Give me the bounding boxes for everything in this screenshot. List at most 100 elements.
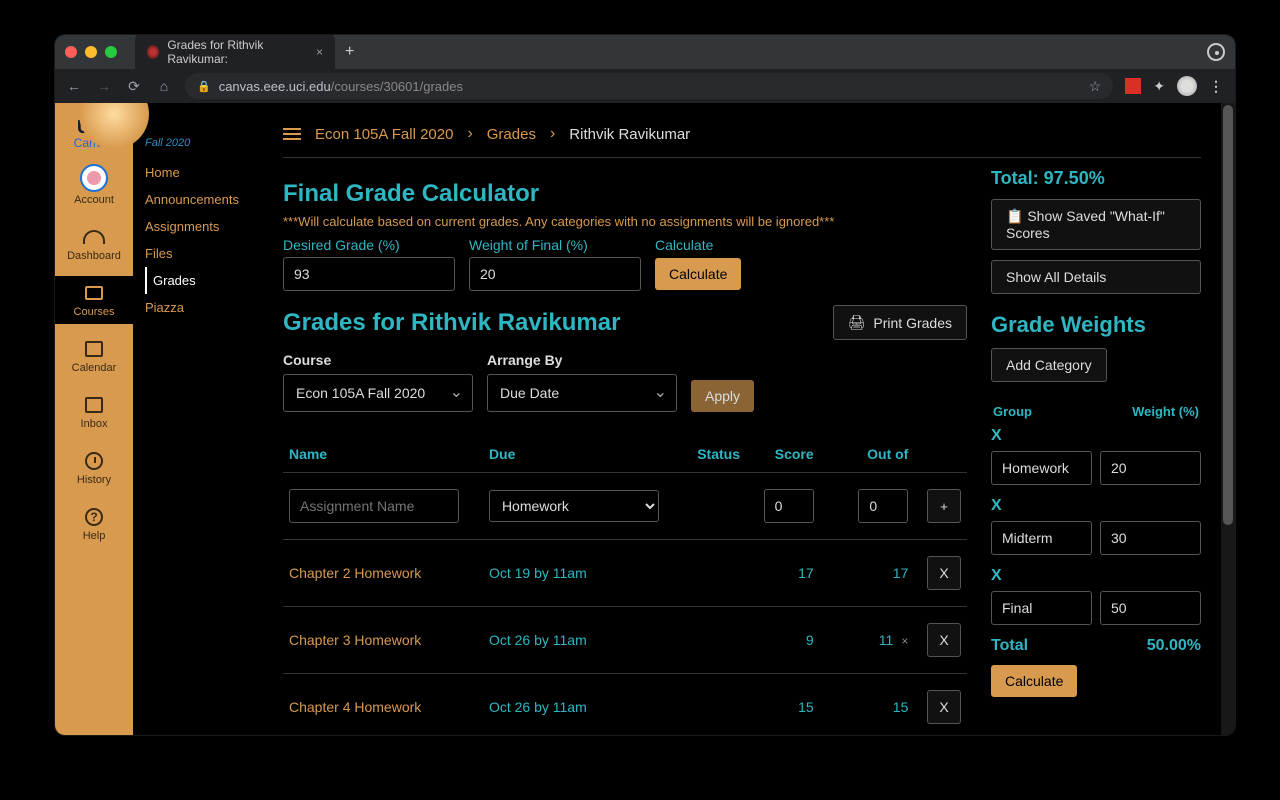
category-name-input[interactable] [991,591,1092,625]
category-name-input[interactable] [991,451,1092,485]
assignment-score[interactable]: 15 [746,674,820,736]
address-bar[interactable]: 🔒 canvas.eee.uci.edu/courses/30601/grade… [185,73,1113,99]
weight-row: X [991,427,1201,485]
course-nav-grades[interactable]: Grades [145,267,251,294]
remove-row-button[interactable]: X [927,690,961,724]
global-nav: UCI Canvas Account Dashboard Courses Cal… [55,103,133,735]
weight-header: Weight (%) [1070,398,1199,425]
new-assignment-outof-input[interactable] [858,489,908,523]
table-row: Chapter 3 Homework Oct 26 by 11am 9 11× … [283,607,967,674]
final-weight-label: Weight of Final (%) [469,237,641,253]
arrange-select[interactable]: Due Date [487,374,677,412]
assignment-due: Oct 19 by 11am [483,540,683,607]
window-controls [65,46,117,58]
home-button[interactable]: ⌂ [155,78,173,94]
nav-label: Courses [74,306,115,318]
toolbar: ← → ⟳ ⌂ 🔒 canvas.eee.uci.edu/courses/306… [55,69,1235,103]
nav-inbox[interactable]: Inbox [55,388,133,436]
maximize-window-button[interactable] [105,46,117,58]
browser-menu-icon[interactable]: ⋮ [1209,78,1225,95]
desired-grade-input[interactable] [283,257,455,291]
scrollbar[interactable] [1221,103,1235,735]
course-nav-announcements[interactable]: Announcements [145,186,251,213]
extension-icon[interactable] [1125,78,1141,94]
scrollbar-thumb[interactable] [1223,105,1233,525]
what-if-button[interactable]: 📋 Show Saved "What-If" Scores [991,199,1201,250]
browser-window: Grades for Rithvik Ravikumar: × + ← → ⟳ … [55,35,1235,735]
assignment-name[interactable]: Chapter 4 Homework [283,674,483,736]
weight-row: X [991,567,1201,625]
tab-strip: Grades for Rithvik Ravikumar: × + [55,35,1235,69]
assignment-name[interactable]: Chapter 3 Homework [283,607,483,674]
tab-close-icon[interactable]: × [316,45,323,59]
remove-row-button[interactable]: X [927,623,961,657]
course-nav-home[interactable]: Home [145,159,251,186]
show-details-button[interactable]: Show All Details [991,260,1201,294]
browser-tab[interactable]: Grades for Rithvik Ravikumar: × [135,35,335,72]
total-grade: Total: 97.50% [991,168,1201,189]
remove-category-button[interactable]: X [991,427,1201,445]
category-weight-input[interactable] [1100,451,1201,485]
add-assignment-button[interactable]: + [927,489,961,523]
calculate-label: Calculate [655,237,713,253]
col-outof: Out of [820,436,915,473]
table-row: Chapter 4 Homework Oct 26 by 11am 15 15 … [283,674,967,736]
weights-calculate-button[interactable]: Calculate [991,665,1077,697]
assignment-name[interactable]: Chapter 2 Homework [283,540,483,607]
table-row: Chapter 2 Homework Oct 19 by 11am 17 17 … [283,540,967,607]
course-nav-piazza[interactable]: Piazza [145,294,251,321]
profile-avatar-icon[interactable] [1177,76,1197,96]
extensions-menu-icon[interactable]: ✦ [1153,78,1165,95]
calculate-button[interactable]: Calculate [655,258,741,290]
course-select[interactable]: Econ 105A Fall 2020 [283,374,473,412]
back-button[interactable]: ← [65,78,83,94]
hamburger-button[interactable] [283,128,301,140]
grades-table: Name Due Status Score Out of [283,436,967,735]
nav-courses[interactable]: Courses [55,276,133,324]
category-weight-input[interactable] [1100,591,1201,625]
category-weight-input[interactable] [1100,521,1201,555]
new-assignment-name-input[interactable] [289,489,459,523]
breadcrumb-course[interactable]: Econ 105A Fall 2020 [315,126,453,143]
assignment-outof: 11× [820,607,915,674]
arrange-select-value: Due Date [487,374,677,412]
remove-category-button[interactable]: X [991,567,1201,585]
help-icon: ? [83,506,105,528]
clock-icon [83,450,105,472]
new-assignment-category-select[interactable]: Homework [489,490,659,522]
lock-icon: 🔒 [197,80,211,93]
final-weight-input[interactable] [469,257,641,291]
new-assignment-score-input[interactable] [764,489,814,523]
nav-label: Inbox [81,418,108,430]
bookmark-star-icon[interactable]: ☆ [1089,78,1102,95]
assignment-score[interactable]: 17 [746,540,820,607]
nav-help[interactable]: ? Help [55,500,133,548]
assignment-score[interactable]: 9 [746,607,820,674]
breadcrumb-section[interactable]: Grades [487,126,536,143]
nav-label: Help [83,530,106,542]
print-grades-button[interactable]: 🖨 Print Grades [833,305,967,340]
course-nav-files[interactable]: Files [145,240,251,267]
minimize-window-button[interactable] [85,46,97,58]
course-nav-assignments[interactable]: Assignments [145,213,251,240]
remove-row-button[interactable]: X [927,556,961,590]
book-icon [83,282,105,304]
nav-account[interactable]: Account [55,158,133,212]
nav-dashboard[interactable]: Dashboard [55,220,133,268]
what-if-label: Show Saved "What-If" Scores [1006,208,1165,241]
reload-button[interactable]: ⟳ [125,78,143,95]
new-tab-button[interactable]: + [345,43,354,61]
forward-button[interactable]: → [95,78,113,94]
close-window-button[interactable] [65,46,77,58]
add-category-button[interactable]: Add Category [991,348,1107,382]
nav-calendar[interactable]: Calendar [55,332,133,380]
course-select-value: Econ 105A Fall 2020 [283,374,473,412]
nav-history[interactable]: History [55,444,133,492]
calculator-note: ***Will calculate based on current grade… [283,214,967,229]
apply-button[interactable]: Apply [691,380,754,412]
calculator-title: Final Grade Calculator [283,180,967,208]
category-name-input[interactable] [991,521,1092,555]
remove-category-button[interactable]: X [991,497,1201,515]
account-indicator-icon[interactable] [1207,43,1225,61]
grades-title: Grades for Rithvik Ravikumar [283,309,620,337]
